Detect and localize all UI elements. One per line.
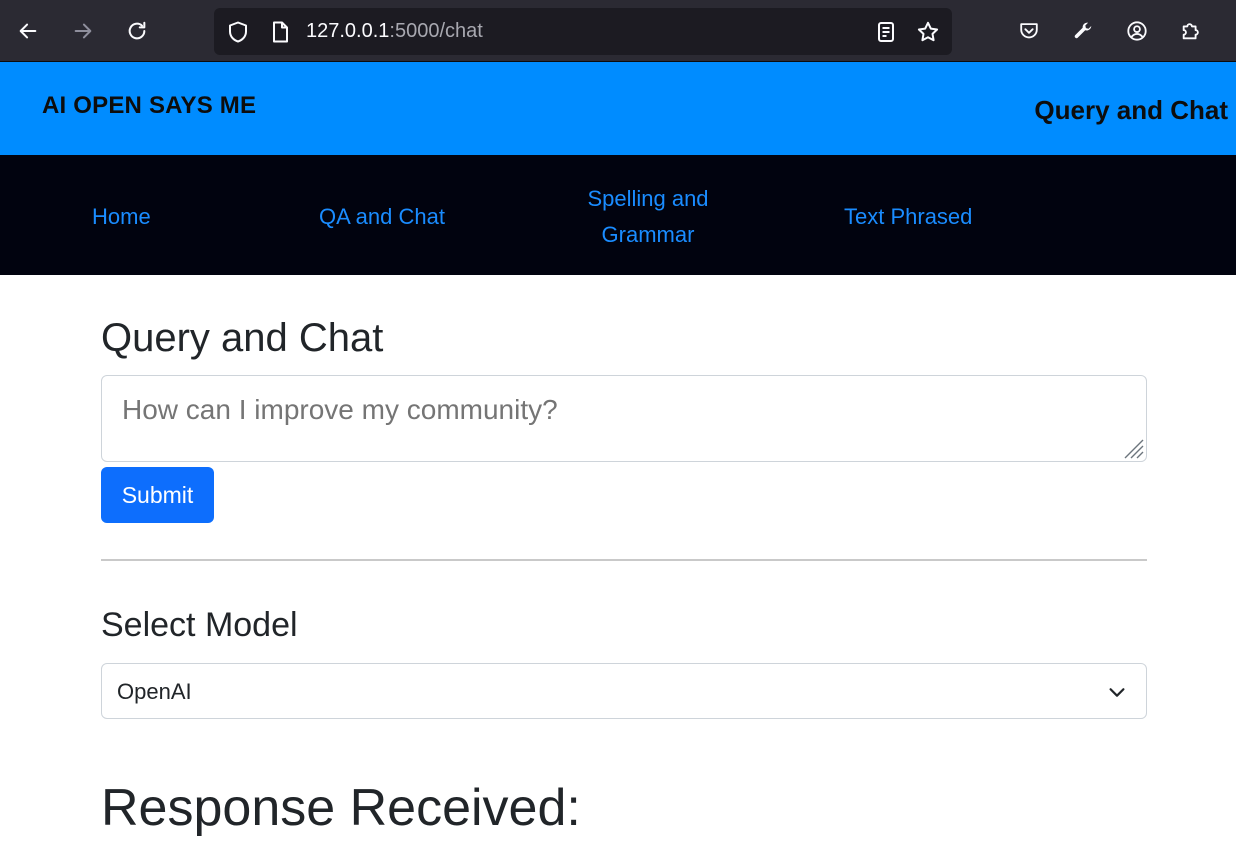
bookmark-star-icon[interactable] xyxy=(916,20,940,44)
arrow-left-icon xyxy=(19,23,37,39)
url-host: 127.0.0.1 xyxy=(306,20,390,42)
chevron-down-icon xyxy=(1109,688,1125,697)
query-input[interactable] xyxy=(101,375,1147,462)
account-icon xyxy=(1127,21,1147,41)
header-page-title: Query and Chat xyxy=(1034,95,1228,125)
address-bar[interactable]: 127.0.0.1:5000/chat xyxy=(214,8,952,55)
select-model-label: Select Model xyxy=(101,606,298,644)
site-header: AI OPEN SAYS ME Query and Chat xyxy=(0,62,1236,155)
arrow-right-icon xyxy=(74,23,92,39)
tools-button[interactable] xyxy=(1067,15,1099,47)
model-select[interactable]: OpenAI xyxy=(101,663,1147,719)
puzzle-icon xyxy=(1182,23,1199,40)
nav-link-spelling-line1: Spelling and xyxy=(587,186,709,211)
account-button[interactable] xyxy=(1121,15,1153,47)
reader-view-icon[interactable] xyxy=(874,20,898,44)
reload-icon xyxy=(128,21,146,40)
submit-button[interactable]: Submit xyxy=(101,467,214,523)
url-path: :5000/chat xyxy=(389,20,483,42)
nav-link-home[interactable]: Home xyxy=(92,199,151,235)
shield-icon[interactable] xyxy=(226,20,250,44)
extensions-button[interactable] xyxy=(1175,15,1207,47)
resize-grip-icon[interactable] xyxy=(1121,436,1145,460)
nav-link-qa-chat[interactable]: QA and Chat xyxy=(319,199,445,235)
divider xyxy=(101,559,1147,561)
forward-button[interactable] xyxy=(67,15,99,47)
nav-link-spelling-grammar[interactable]: Spelling and Grammar xyxy=(576,181,720,253)
pocket-icon xyxy=(1020,23,1038,39)
nav-link-spelling-line2: Grammar xyxy=(601,222,695,247)
brand-title[interactable]: AI OPEN SAYS ME xyxy=(42,92,256,120)
main-nav: Home QA and Chat Spelling and Grammar Te… xyxy=(0,155,1236,275)
url-text: 127.0.0.1:5000/chat xyxy=(306,20,483,43)
back-button[interactable] xyxy=(12,15,44,47)
wrench-icon xyxy=(1074,22,1092,39)
response-title: Response Received: xyxy=(101,779,581,837)
pocket-button[interactable] xyxy=(1013,15,1045,47)
reload-button[interactable] xyxy=(121,15,153,47)
page-icon xyxy=(273,21,288,43)
page-title: Query and Chat xyxy=(101,316,384,360)
model-select-value: OpenAI xyxy=(117,679,192,704)
browser-toolbar: 127.0.0.1:5000/chat xyxy=(0,0,1236,62)
nav-link-text-phrased[interactable]: Text Phrased xyxy=(844,199,972,235)
